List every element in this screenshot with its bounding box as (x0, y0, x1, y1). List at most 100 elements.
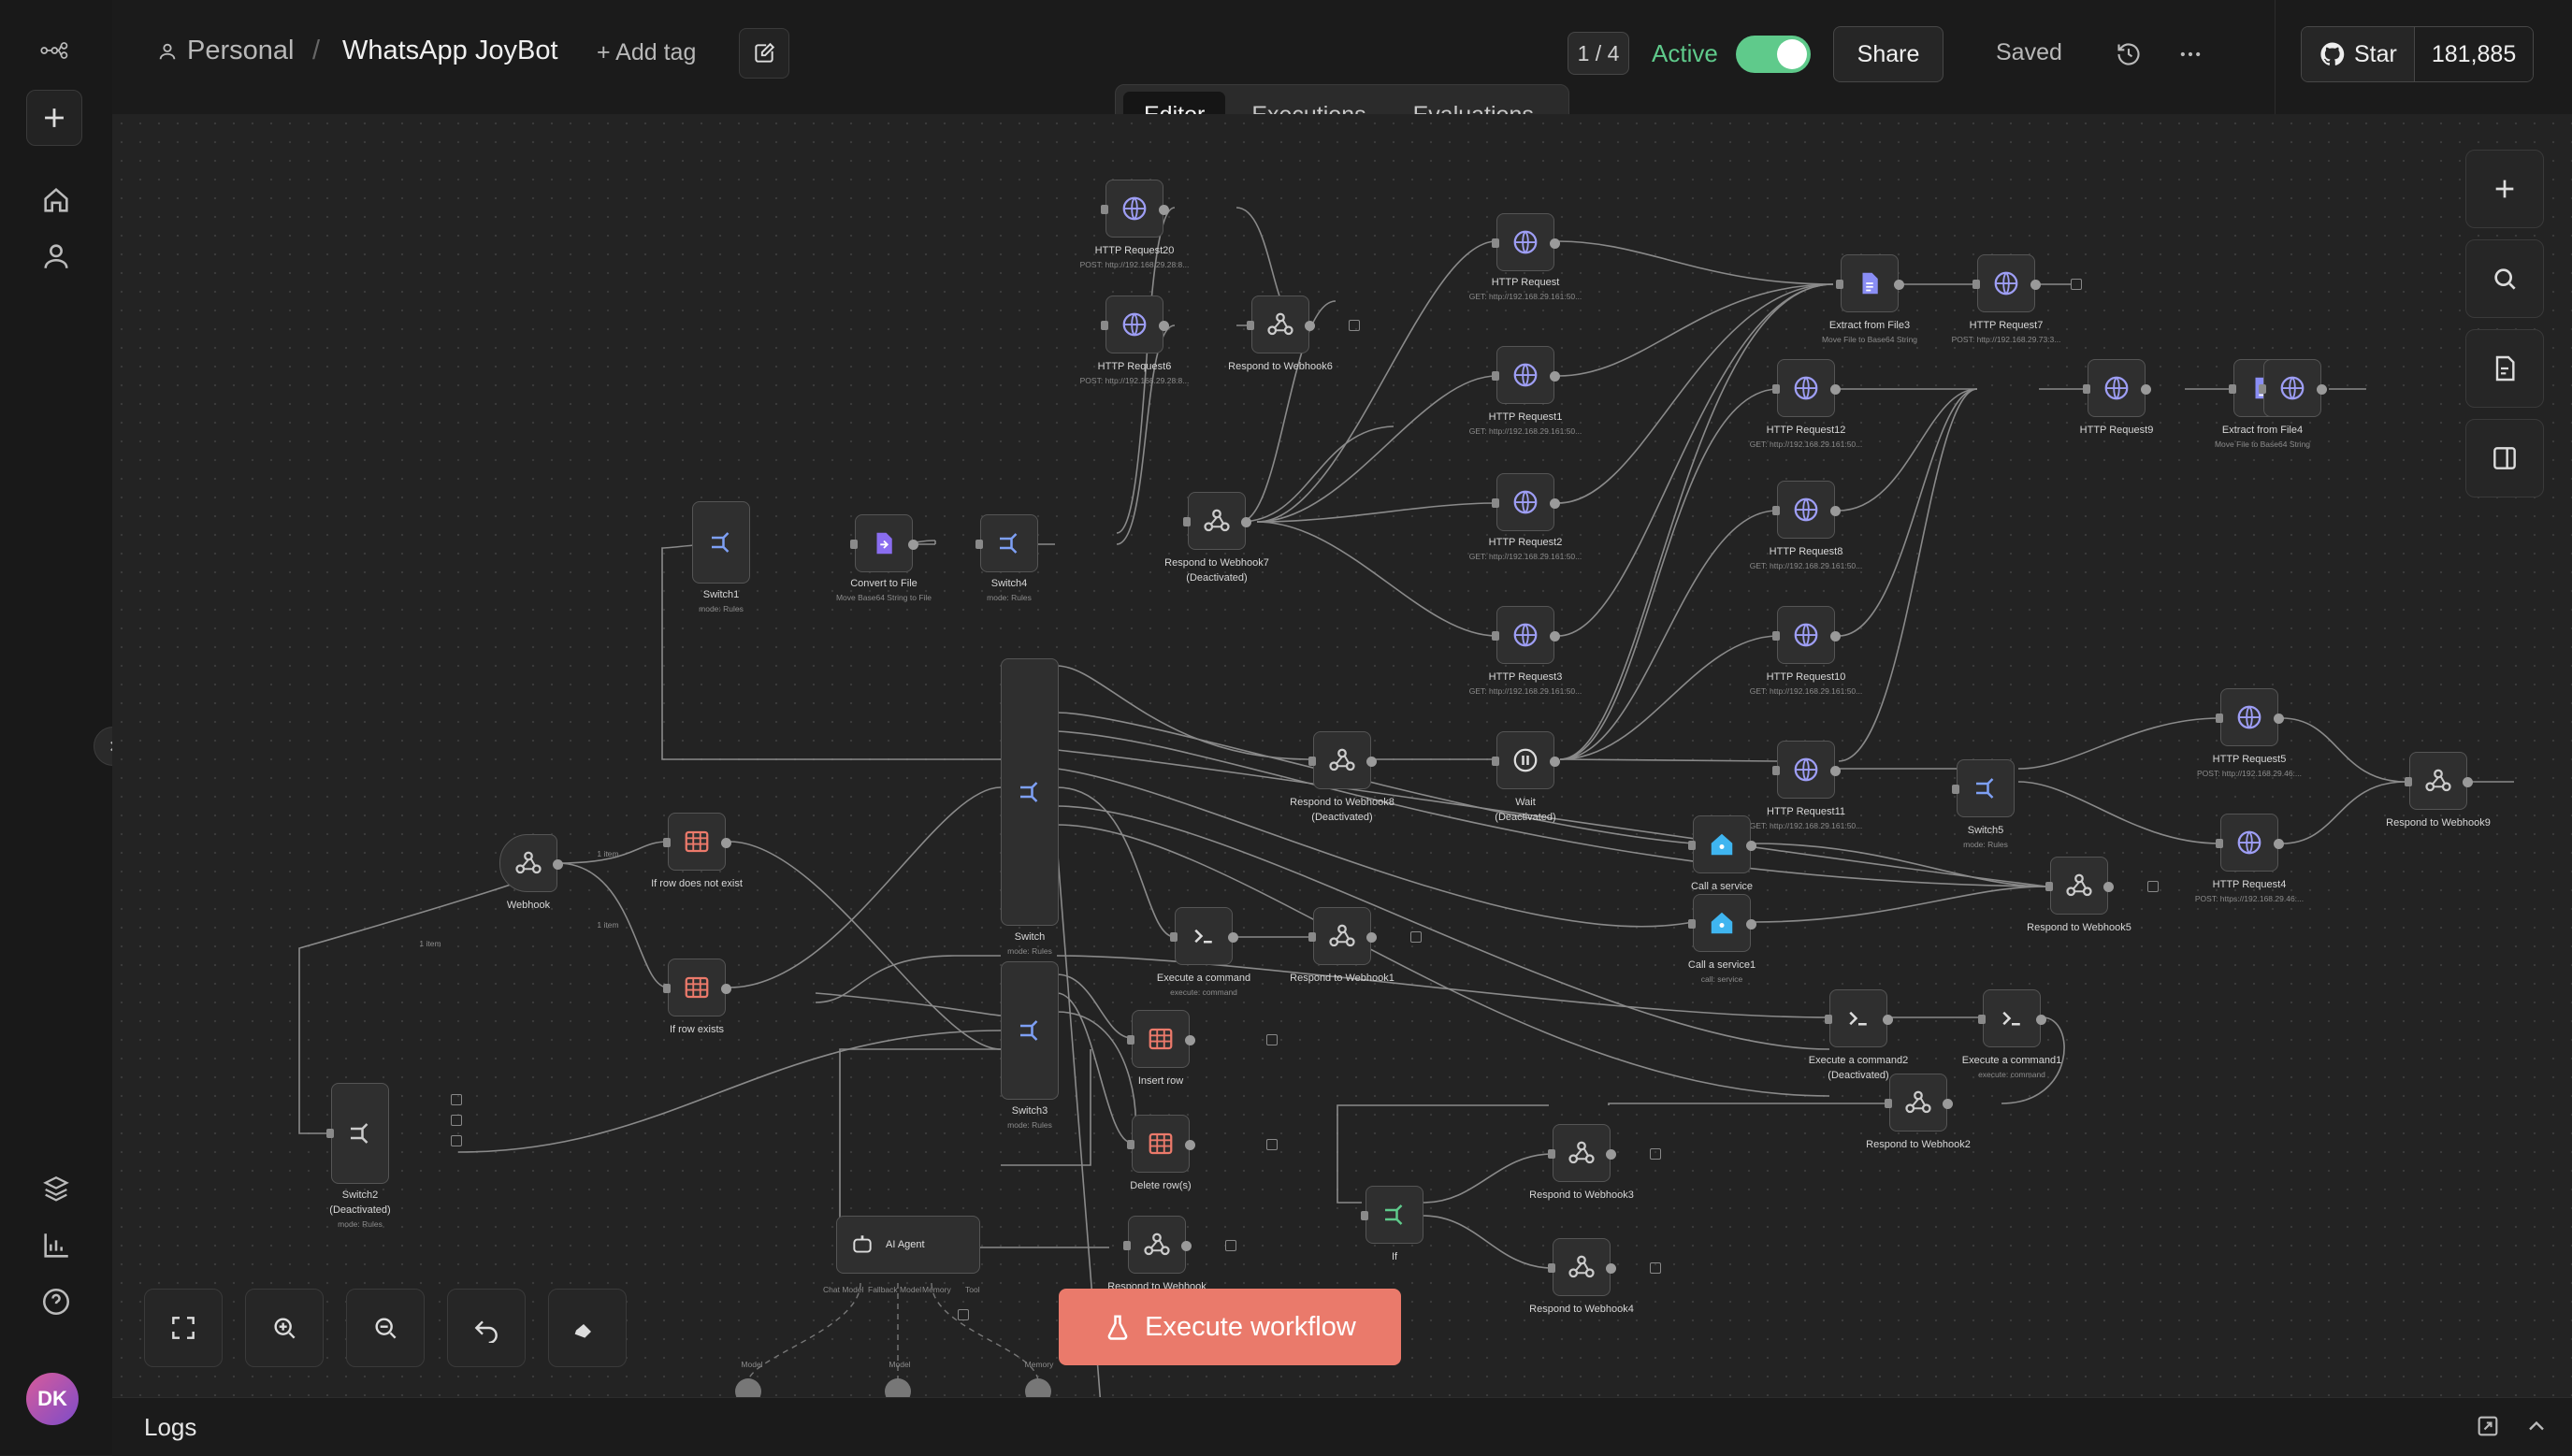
node-respond-webhook7[interactable] (1183, 492, 1251, 550)
globe-icon (2104, 376, 2129, 400)
node-respond-webhook1[interactable] (1308, 907, 1377, 965)
node-http-request12[interactable] (1772, 359, 1841, 417)
node-wait[interactable] (1492, 731, 1560, 789)
share-button[interactable]: Share (1833, 26, 1943, 82)
node-insert-row[interactable] (1127, 1010, 1195, 1068)
node-execute-command[interactable] (1170, 907, 1238, 965)
node-http-request10[interactable] (1772, 606, 1841, 664)
github-star-widget[interactable]: Star 181,885 (2301, 26, 2535, 82)
node-http-request[interactable] (1492, 213, 1560, 271)
node-respond-webhook4[interactable] (1548, 1238, 1616, 1296)
node-call-service[interactable] (1688, 815, 1756, 873)
node-label: HTTP Request10 (1766, 671, 1846, 683)
add-node-plus[interactable] (451, 1135, 462, 1146)
node-label: HTTP Request1 (1488, 411, 1563, 423)
add-node-plus[interactable] (1266, 1034, 1278, 1045)
history-icon[interactable] (2110, 36, 2147, 73)
zoom-out-button[interactable] (346, 1289, 425, 1367)
node-http-request5[interactable] (2216, 688, 2284, 746)
workflow-canvas[interactable]: Webhook If row does not exist If row exi… (112, 114, 2572, 1397)
node-if-row-not-exist[interactable] (663, 813, 731, 871)
add-node-plus[interactable] (451, 1094, 462, 1105)
node-http-request20[interactable] (1101, 180, 1169, 238)
node-switch[interactable] (1001, 658, 1059, 926)
node-http-request7[interactable] (1972, 254, 2041, 312)
toggle-panel-button[interactable] (2465, 419, 2544, 497)
tidy-up-button[interactable] (548, 1289, 627, 1367)
node-execute-command2[interactable] (1825, 989, 1893, 1047)
node-webhook[interactable] (499, 834, 563, 892)
execute-workflow-button[interactable]: Execute workflow (1059, 1289, 1401, 1365)
edit-description-button[interactable] (739, 28, 789, 79)
add-node-plus[interactable] (2147, 881, 2159, 892)
node-http-request1[interactable] (1492, 346, 1560, 404)
help-icon[interactable] (22, 1268, 90, 1335)
node-call-service1[interactable] (1688, 894, 1756, 952)
webhook-icon (1568, 1255, 1595, 1278)
node-execute-command1[interactable] (1978, 989, 2046, 1047)
node-respond-webhook[interactable] (1123, 1216, 1192, 1274)
add-node-plus[interactable] (1225, 1240, 1236, 1251)
github-star-button[interactable]: Star (2302, 27, 2415, 81)
breadcrumb-project[interactable]: Personal (157, 36, 294, 66)
chevron-up-icon[interactable] (2523, 1413, 2550, 1439)
node-switch2[interactable] (326, 1083, 389, 1184)
search-nodes-button[interactable] (2465, 239, 2544, 318)
add-tag-button[interactable]: + Add tag (597, 39, 696, 66)
node-if-row-exists[interactable] (663, 959, 731, 1016)
agent-port-memory: Memory (922, 1285, 951, 1294)
popout-icon[interactable] (2475, 1413, 2501, 1439)
node-http-request8[interactable] (1772, 481, 1841, 539)
node-http-request2[interactable] (1492, 473, 1560, 531)
zoom-in-button[interactable] (245, 1289, 324, 1367)
pause-icon (1513, 748, 1538, 772)
node-respond-webhook6[interactable] (1247, 296, 1315, 353)
add-node-plus[interactable] (1410, 931, 1422, 943)
node-label: Extract from File4 (2221, 425, 2304, 436)
version-counter[interactable]: 1 / 4 (1568, 32, 1629, 75)
node-switch5[interactable] (1952, 759, 2015, 817)
node-subtitle: execute: command (1978, 1070, 2045, 1079)
add-node-button[interactable] (2465, 150, 2544, 228)
n8n-logo-icon[interactable] (22, 17, 90, 84)
node-http-request3[interactable] (1492, 606, 1560, 664)
workflow-name[interactable]: WhatsApp JoyBot (342, 36, 558, 66)
node-respond-webhook5[interactable] (2045, 857, 2114, 915)
node-respond-webhook3[interactable] (1548, 1124, 1616, 1182)
add-node-plus[interactable] (451, 1115, 462, 1126)
node-http-request13[interactable] (2259, 359, 2327, 417)
node-http-request9[interactable] (2083, 359, 2151, 417)
undo-button[interactable] (447, 1289, 526, 1367)
node-subtitle: call: service (1700, 974, 1743, 984)
create-plus-button[interactable] (26, 90, 82, 146)
node-respond-webhook9[interactable] (2405, 752, 2473, 810)
node-switch4[interactable] (975, 514, 1038, 572)
node-switch3[interactable] (1001, 961, 1059, 1100)
zoom-to-fit-button[interactable] (144, 1289, 223, 1367)
node-convert-to-file[interactable] (850, 514, 918, 572)
node-switch1[interactable] (692, 501, 750, 584)
add-node-plus[interactable] (1650, 1262, 1661, 1274)
node-if[interactable] (1361, 1186, 1423, 1244)
logs-actions (2475, 1413, 2550, 1439)
user-icon[interactable] (22, 223, 90, 290)
add-node-plus[interactable] (1650, 1148, 1661, 1160)
add-node-plus[interactable] (958, 1309, 969, 1320)
logs-panel[interactable]: Logs (112, 1397, 2572, 1456)
sticky-note-button[interactable] (2465, 329, 2544, 408)
node-respond-webhook8[interactable] (1308, 731, 1377, 789)
active-toggle[interactable] (1736, 36, 1811, 73)
more-options-icon[interactable] (2172, 36, 2209, 73)
add-node-plus[interactable] (1349, 320, 1360, 331)
add-node-plus[interactable] (1266, 1139, 1278, 1150)
node-extract-file3[interactable] (1836, 254, 1904, 312)
node-http-request11[interactable] (1772, 741, 1841, 799)
add-node-plus[interactable] (2071, 279, 2082, 290)
node-delete-rows[interactable] (1127, 1115, 1195, 1173)
node-http-request4[interactable] (2216, 814, 2284, 872)
output-port[interactable] (553, 859, 563, 870)
node-ai-agent[interactable]: AI Agent (836, 1216, 980, 1274)
node-respond-webhook2[interactable] (1885, 1074, 1953, 1132)
avatar[interactable]: DK (26, 1373, 79, 1425)
node-http-request6[interactable] (1101, 296, 1169, 353)
